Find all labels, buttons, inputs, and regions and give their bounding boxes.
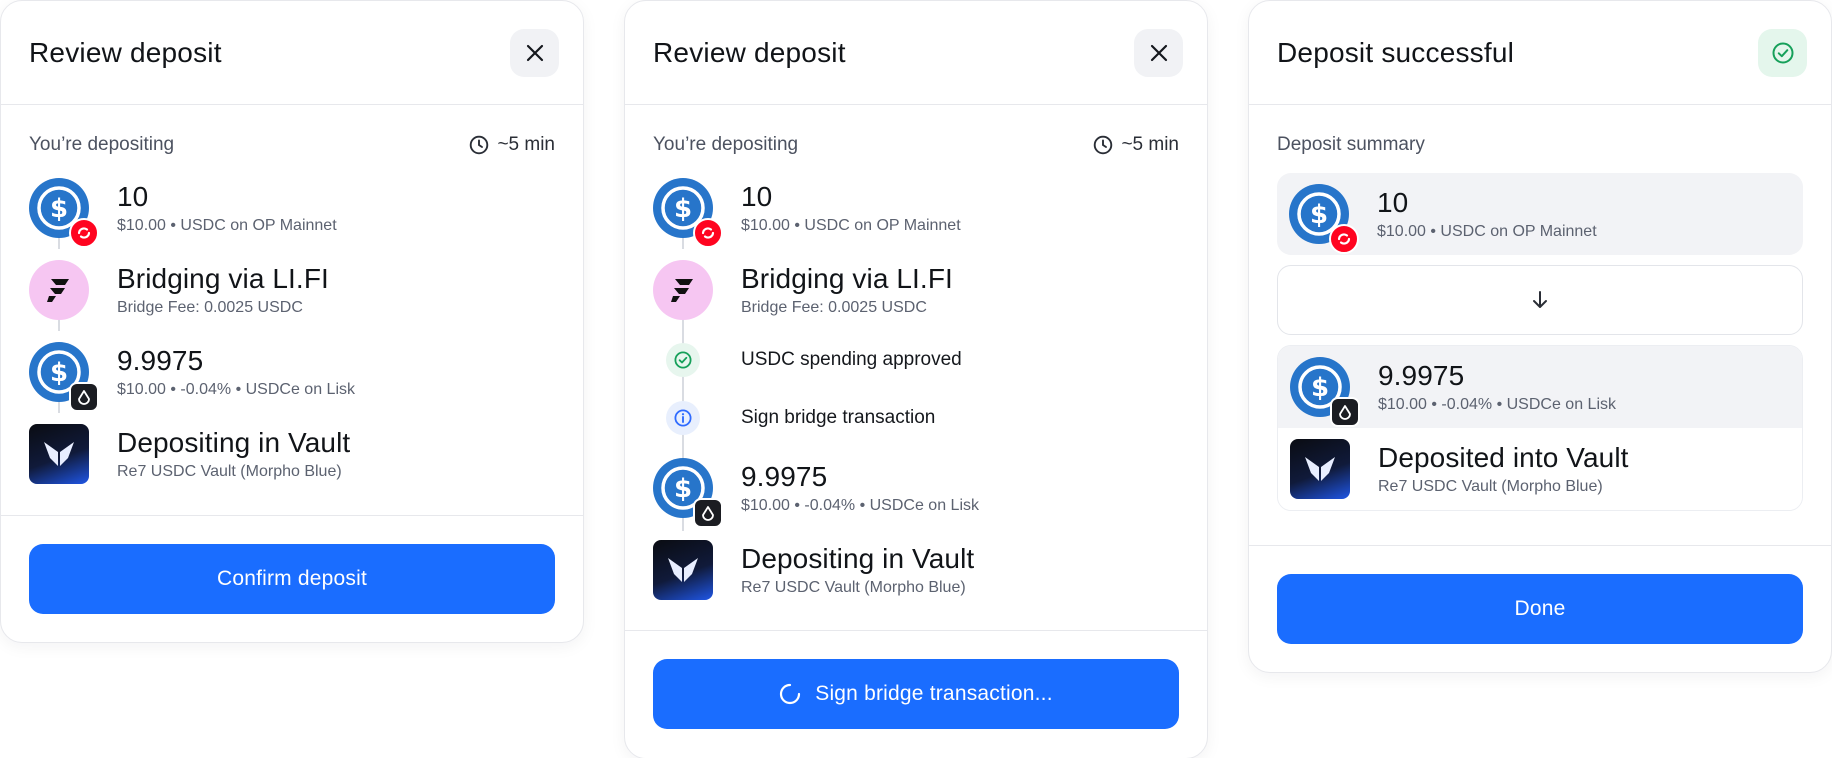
summary-destination-group: $ 9.9975 $10.00 • -0.04% • USDCe on Lisk <box>1277 345 1803 511</box>
vault-name: Re7 USDC Vault (Morpho Blue) <box>117 463 342 480</box>
token-amount: 10 <box>117 181 149 212</box>
vault-title: Deposited into Vault <box>1378 442 1629 473</box>
success-badge <box>1758 28 1807 77</box>
vault-name: Re7 USDC Vault (Morpho Blue) <box>741 579 966 596</box>
close-button[interactable] <box>510 28 559 77</box>
usdc-icon: $ <box>1290 357 1360 427</box>
token-meta: $10.00 • -0.04% • USDCe on Lisk <box>117 381 355 398</box>
step-source-token: $ 10 $10.00 • USDC on OP Mainnet <box>653 167 1179 249</box>
token-meta: $10.00 • -0.04% • USDCe on Lisk <box>1378 396 1616 413</box>
info-icon <box>666 401 700 435</box>
button-label: Done <box>1514 597 1566 620</box>
close-icon <box>1150 44 1167 61</box>
sign-bridge-transaction-button[interactable]: Sign bridge transaction... <box>653 659 1179 729</box>
close-button[interactable] <box>1134 28 1183 77</box>
close-icon <box>526 44 543 61</box>
lisk-icon <box>693 498 723 528</box>
eta: ~5 min <box>1093 134 1179 156</box>
eta-text: ~5 min <box>1121 134 1179 155</box>
clock-icon <box>470 135 489 155</box>
done-button[interactable]: Done <box>1277 574 1803 644</box>
lisk-icon <box>1330 397 1360 427</box>
review-deposit-card: Review deposit You’re depositing ~5 min … <box>0 0 584 643</box>
substep-label: USDC spending approved <box>741 349 962 370</box>
svg-text:$: $ <box>674 194 692 224</box>
step-bridge: Bridging via LI.FI Bridge Fee: 0.0025 US… <box>29 249 555 331</box>
token-amount: 9.9975 <box>741 461 828 492</box>
summary-dest-token: $ 9.9975 $10.00 • -0.04% • USDCe on Lisk <box>1278 346 1802 428</box>
arrow-down-icon <box>1533 291 1547 308</box>
bridge-title: Bridging via LI.FI <box>117 263 329 294</box>
token-meta: $10.00 • -0.04% • USDCe on Lisk <box>741 497 979 514</box>
bridge-fee: Bridge Fee: 0.0025 USDC <box>117 299 303 316</box>
vault-name: Re7 USDC Vault (Morpho Blue) <box>1378 478 1603 495</box>
substep-sign: Sign bridge transaction <box>653 389 1179 447</box>
lifi-icon <box>29 260 89 320</box>
card-footer: Confirm deposit <box>1 515 583 642</box>
card-header: Review deposit <box>1 1 583 105</box>
usdc-icon: $ <box>653 458 723 528</box>
step-dest-token: $ 9.9975 $10.00 • -0.04% • USDCe on Lisk <box>29 331 555 413</box>
vault-title: Depositing in Vault <box>117 427 351 458</box>
step-vault: Depositing in Vault Re7 USDC Vault (Morp… <box>29 413 555 495</box>
card-title: Review deposit <box>29 36 222 68</box>
usdc-icon: $ <box>653 178 723 248</box>
section-label: You’re depositing <box>29 134 175 155</box>
eta: ~5 min <box>469 134 555 156</box>
direction-divider <box>1277 265 1803 335</box>
spinner-icon <box>780 683 801 705</box>
section-label: Deposit summary <box>1277 134 1425 155</box>
bridge-title: Bridging via LI.FI <box>741 263 953 294</box>
optimism-icon <box>1329 224 1359 254</box>
svg-text:$: $ <box>674 474 692 504</box>
review-deposit-progress-card: Review deposit You’re depositing ~5 min … <box>624 0 1208 758</box>
token-meta: $10.00 • USDC on OP Mainnet <box>741 217 961 234</box>
substep-label: Sign bridge transaction <box>741 407 936 428</box>
eta-text: ~5 min <box>497 134 555 155</box>
clock-icon <box>1094 135 1113 155</box>
check-circle-icon <box>1772 42 1793 63</box>
section-label: You’re depositing <box>653 134 799 155</box>
token-amount: 10 <box>741 181 773 212</box>
step-bridge: Bridging via LI.FI Bridge Fee: 0.0025 US… <box>653 249 1179 331</box>
token-meta: $10.00 • USDC on OP Mainnet <box>1377 223 1597 240</box>
vault-icon <box>1290 439 1350 499</box>
usdc-icon: $ <box>29 342 99 412</box>
button-label: Sign bridge transaction... <box>815 682 1053 705</box>
check-circle-icon <box>666 343 700 377</box>
card-footer: Done <box>1249 545 1831 672</box>
card-footer: Sign bridge transaction... <box>625 630 1207 757</box>
button-label: Confirm deposit <box>216 567 368 590</box>
token-amount: 9.9975 <box>117 345 204 376</box>
card-title: Deposit successful <box>1277 36 1515 68</box>
vault-icon <box>653 540 713 600</box>
token-amount: 10 <box>1377 187 1409 218</box>
vault-icon <box>29 424 89 484</box>
vault-title: Depositing in Vault <box>741 543 975 574</box>
bridge-fee: Bridge Fee: 0.0025 USDC <box>741 299 927 316</box>
substep-approved: USDC spending approved <box>653 331 1179 389</box>
deposit-successful-card: Deposit successful Deposit summary $ 10 … <box>1248 0 1832 673</box>
step-dest-token: $ 9.9975 $10.00 • -0.04% • USDCe on Lisk <box>653 447 1179 529</box>
svg-text:$: $ <box>50 358 68 388</box>
token-amount: 9.9975 <box>1378 360 1465 391</box>
card-header: Deposit successful <box>1249 1 1831 105</box>
step-source-token: $ 10 $10.00 • USDC on OP Mainnet <box>29 167 555 249</box>
lifi-icon <box>653 260 713 320</box>
svg-text:$: $ <box>1311 373 1329 403</box>
summary-source-token: $ 10 $10.00 • USDC on OP Mainnet <box>1277 173 1803 255</box>
lisk-icon <box>69 382 99 412</box>
optimism-icon <box>69 218 99 248</box>
confirm-deposit-button[interactable]: Confirm deposit <box>29 544 555 614</box>
token-meta: $10.00 • USDC on OP Mainnet <box>117 217 337 234</box>
step-vault: Depositing in Vault Re7 USDC Vault (Morp… <box>653 529 1179 611</box>
card-title: Review deposit <box>653 36 846 68</box>
usdc-icon: $ <box>29 178 99 248</box>
svg-text:$: $ <box>1310 200 1328 230</box>
optimism-icon <box>693 218 723 248</box>
summary-vault: Deposited into Vault Re7 USDC Vault (Mor… <box>1278 428 1802 510</box>
svg-text:$: $ <box>50 194 68 224</box>
card-header: Review deposit <box>625 1 1207 105</box>
usdc-icon: $ <box>1289 184 1359 254</box>
